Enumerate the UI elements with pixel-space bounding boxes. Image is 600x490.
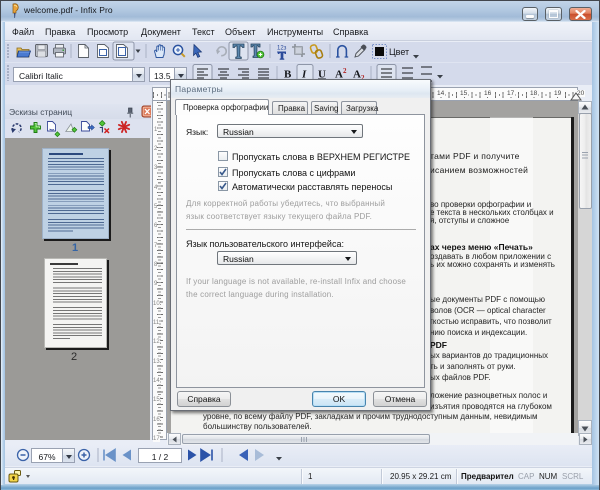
svg-text:Цвет: Цвет bbox=[389, 47, 409, 57]
svg-text:2: 2 bbox=[343, 67, 347, 75]
svg-text:12з: 12з bbox=[277, 46, 287, 52]
